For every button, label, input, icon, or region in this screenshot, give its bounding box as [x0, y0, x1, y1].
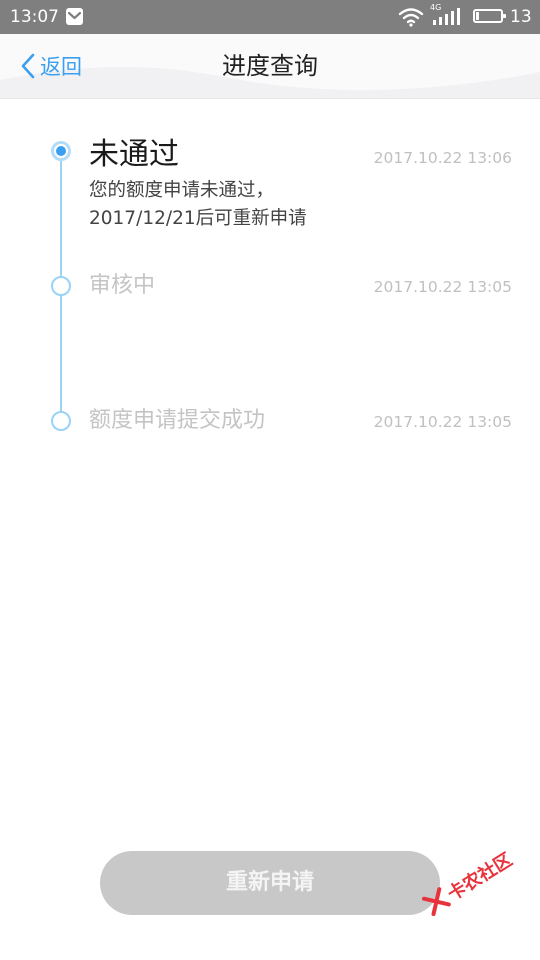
wifi-icon — [398, 8, 424, 27]
battery-level: 13 — [510, 7, 532, 27]
step-time: 2017.10.22 13:05 — [373, 278, 512, 296]
status-time: 13:07 — [10, 7, 59, 27]
navigation-bar: 返回 进度查询 — [0, 34, 540, 99]
watermark: 卡农社区 — [408, 821, 533, 930]
step-title: 额度申请提交成功 — [89, 408, 266, 433]
page-title: 进度查询 — [222, 52, 318, 80]
step-title: 未通过 — [89, 137, 179, 172]
step-title: 审核中 — [89, 273, 156, 298]
battery-fill — [476, 12, 479, 20]
watermark-text: 卡农社区 — [444, 849, 517, 906]
battery-icon — [473, 9, 506, 23]
app-notification-icon — [66, 8, 83, 25]
step-description: 2017/12/21后可重新申请 — [89, 208, 307, 229]
step-time: 2017.10.22 13:06 — [373, 149, 512, 167]
reapply-button[interactable]: 重新申请 — [100, 851, 440, 915]
step-time: 2017.10.22 13:05 — [373, 413, 512, 431]
timeline-dot-icon — [51, 411, 71, 431]
step-description: 您的额度申请未通过， — [89, 180, 275, 201]
status-bar: 13:07 4G 13 — [0, 0, 540, 34]
timeline-dot-icon — [51, 276, 71, 296]
timeline-current-dot-icon — [51, 141, 71, 161]
signal-icon — [433, 8, 460, 25]
progress-timeline: 未通过 2017.10.22 13:06 您的额度申请未通过， 2017/12/… — [0, 99, 540, 459]
